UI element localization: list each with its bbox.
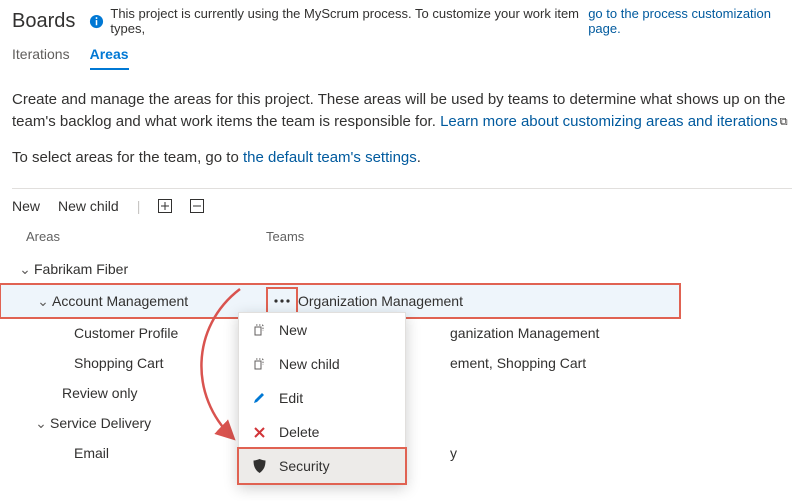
menu-item-edit[interactable]: Edit [239,381,405,415]
pencil-icon [251,390,267,406]
chevron-down-icon[interactable]: ⌄ [36,415,46,432]
link-learn-more[interactable]: Learn more about customizing areas and i… [440,113,778,130]
area-label: Service Delivery [50,415,151,431]
menu-label: New child [279,356,340,372]
intro-text: Create and manage the areas for this pro… [0,79,804,168]
expand-all-icon[interactable] [158,199,172,213]
new-button[interactable]: New [12,198,40,214]
external-link-icon: ⧉ [780,116,788,128]
info-icon [89,14,104,29]
delete-icon [251,424,267,440]
tab-areas[interactable]: Areas [90,46,129,70]
area-label: Email [74,445,109,461]
new-child-button[interactable]: New child [58,198,119,214]
new-child-icon [251,356,267,372]
tree-row-fabrikam-fiber[interactable]: ⌄ Fabrikam Fiber [0,254,804,284]
new-item-icon [251,322,267,338]
link-team-settings[interactable]: the default team's settings [243,149,417,166]
menu-label: Security [279,458,330,474]
banner-link[interactable]: go to the process customization page. [588,6,792,36]
area-label: Shopping Cart [74,355,164,371]
area-label: Fabrikam Fiber [34,261,128,277]
areas-tree: ⌄ Fabrikam Fiber ⌄ Account Management Or… [0,254,804,498]
team-label: Organization Management [298,293,678,309]
menu-item-new[interactable]: New [239,313,405,347]
tab-iterations[interactable]: Iterations [12,46,70,70]
area-label: Customer Profile [74,325,178,341]
area-label: Account Management [52,293,188,309]
menu-item-delete[interactable]: Delete [239,415,405,449]
shield-icon [251,458,267,474]
toolbar-separator: | [137,198,141,214]
chevron-down-icon[interactable]: ⌄ [20,261,30,278]
menu-label: Delete [279,424,319,440]
intro-line2: To select areas for the team, go to [12,149,243,166]
intro-period: . [417,149,421,166]
menu-item-security[interactable]: Security [239,449,405,483]
menu-item-new-child[interactable]: New child [239,347,405,381]
banner-text: This project is currently using the MySc… [110,6,582,36]
page-title: Boards [12,10,75,33]
column-areas: Areas [26,229,266,244]
column-headers: Areas Teams [0,223,804,254]
info-banner: This project is currently using the MySc… [89,6,792,36]
toolbar: New New child | [0,189,804,223]
column-teams: Teams [266,229,304,244]
area-label: Review only [62,385,137,401]
chevron-down-icon[interactable]: ⌄ [38,293,48,310]
collapse-all-icon[interactable] [190,199,204,213]
menu-label: New [279,322,307,338]
menu-label: Edit [279,390,303,406]
tabs: Iterations Areas [0,46,804,79]
more-actions-button[interactable] [268,289,296,313]
context-menu: New New child Edit Delete Security [238,312,406,484]
